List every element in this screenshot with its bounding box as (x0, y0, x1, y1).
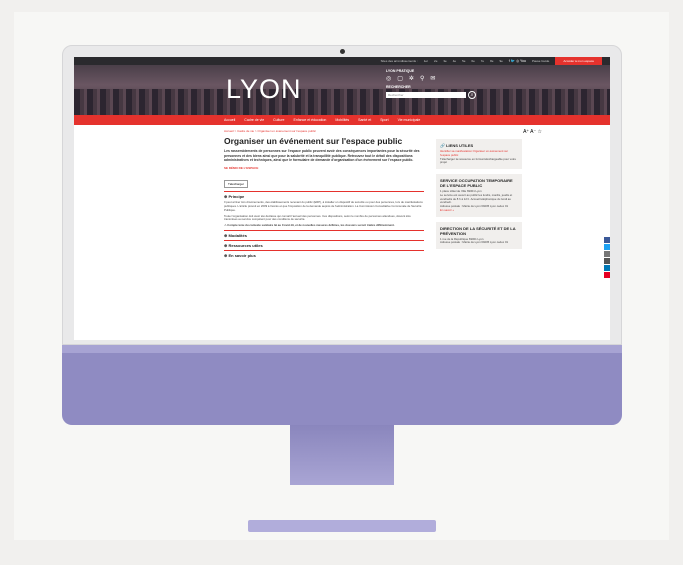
main-nav: Accueil Cadre de vie Culture Enfance et … (74, 115, 610, 125)
section-en-savoir-plus[interactable]: ⊕ En savoir plus (224, 250, 424, 260)
pinterest-icon[interactable] (604, 272, 610, 278)
nav-item[interactable]: Cadre de vie (244, 118, 264, 122)
section-label: Principe (228, 193, 245, 199)
nav-item[interactable]: Culture (273, 118, 284, 122)
prevention-title: DIRECTION DE LA SÉCURITÉ ET DE LA PRÉVEN… (440, 225, 516, 236)
main-column: Accueil > Cadre de vie > Organiser un év… (224, 129, 424, 260)
arr-link[interactable]: 4e (453, 59, 456, 63)
quick-icons: ◎ ▢ ✲ ⚲ ✉ (386, 75, 496, 82)
section-modalites[interactable]: ⊕ Modalités (224, 230, 424, 240)
camera-icon (340, 49, 345, 54)
nav-item[interactable]: Accueil (224, 118, 235, 122)
monitor: Sites des arrondissements : 1er 2e 3e 4e… (62, 45, 622, 435)
infos-icon[interactable]: ✉ (430, 75, 435, 82)
arr-link[interactable]: 8e (490, 59, 493, 63)
nav-item[interactable]: Sport (380, 118, 388, 122)
pause-guide-link[interactable]: Pause Guide (532, 59, 549, 63)
site-logo[interactable]: LYON (226, 74, 302, 105)
section-ressources[interactable]: ⊕ Ressources utiles (224, 240, 424, 250)
page-title: Organiser un événement sur l'espace publ… (224, 136, 403, 146)
facebook-icon[interactable] (604, 237, 610, 243)
breadcrumb[interactable]: Accueil > Cadre de vie > Organiser un év… (224, 129, 424, 133)
stand-base (248, 520, 436, 532)
principe-text: Il peut arriver lors d'événements, des é… (224, 199, 423, 212)
section-label: En savoir plus (228, 253, 256, 259)
prevention-box: DIRECTION DE LA SÉCURITÉ ET DE LA PRÉVEN… (436, 221, 522, 250)
arr-link[interactable]: 6e (471, 59, 474, 63)
links-title: 🔗 LIENS UTILES (440, 143, 474, 148)
download-chip[interactable]: Télécharger (224, 179, 249, 188)
section-label: Modalités (228, 233, 247, 239)
notice: ⚠ Compte tenu du contexte sanitaire lié … (224, 223, 395, 228)
prevention-tel: Adresse postale : Mairie de Lyon 69205 L… (440, 240, 509, 245)
screen: Sites des arrondissements : 1er 2e 3e 4e… (74, 57, 610, 340)
section-label: Ressources utiles (228, 243, 263, 249)
links-title-text: LIENS UTILES (446, 143, 474, 148)
hero: LYON LYON PRATIQUE ◎ ▢ ✲ ⚲ ✉ RECHERCHER … (74, 65, 610, 115)
email-icon[interactable] (604, 258, 610, 264)
monitor-chin-edge (62, 345, 622, 353)
search-box: Rechercher ⌕ (386, 91, 496, 99)
arr-link[interactable]: 3e (443, 59, 446, 63)
linkedin-icon[interactable] (604, 265, 610, 271)
arr-link[interactable]: 9e (499, 59, 502, 63)
links-box: 🔗 LIENS UTILES Identifier sa manifestati… (436, 139, 522, 170)
notice-text: Compte tenu du contexte sanitaire lié au… (227, 223, 395, 228)
nav-item[interactable]: Santé et (358, 118, 371, 122)
skyline-image (74, 89, 610, 115)
service-more-link[interactable]: En savoir + (440, 208, 518, 213)
share-bar (604, 237, 610, 279)
arrondissements-label: Sites des arrondissements : (380, 59, 418, 63)
content: Accueil > Cadre de vie > Organiser un év… (74, 125, 610, 260)
quick-title: LYON PRATIQUE (386, 69, 415, 73)
links-text-2: Télécharger la ressource en format téléc… (440, 156, 517, 165)
scene: Sites des arrondissements : 1er 2e 3e 4e… (0, 0, 683, 565)
arr-link[interactable]: 5e (462, 59, 465, 63)
nav-item[interactable]: Enfance et éducation (293, 118, 326, 122)
twitter-icon[interactable] (604, 244, 610, 250)
arr-link[interactable]: 1er (424, 59, 428, 63)
proxi-icon[interactable]: ◎ (386, 75, 391, 82)
print-icon[interactable] (604, 251, 610, 257)
nav-item[interactable]: Mobilités (335, 118, 349, 122)
nav-item[interactable]: Vie municipale (398, 118, 421, 122)
account-button[interactable]: Accéder à mon espace (555, 57, 602, 65)
arr-link[interactable]: 7e (481, 59, 484, 63)
stand-neck (290, 425, 394, 485)
topbar: Sites des arrondissements : 1er 2e 3e 4e… (74, 57, 610, 65)
subtitle: SE DÉMO DE L'ESPACE (224, 165, 259, 170)
principe-text-2: Toute l'organisation doit avoir été décl… (224, 213, 411, 222)
intro-text: Les rassemblements de personnes sur l'es… (224, 149, 420, 163)
service-title: SERVICE OCCUPATION TEMPORAIRE DE L'ESPAC… (440, 178, 513, 189)
service-box: SERVICE OCCUPATION TEMPORAIRE DE L'ESPAC… (436, 174, 522, 217)
arr-link[interactable]: 2e (434, 59, 437, 63)
social-icons[interactable]: f 🐦 ◎ You (509, 59, 526, 63)
sidebar: A⁺ A⁻ ☆ 🔗 LIENS UTILES Identifier sa man… (436, 129, 542, 260)
marches-icon[interactable]: ⚲ (420, 75, 424, 82)
monitor-chin (62, 345, 622, 425)
horaires-icon[interactable]: ✲ (409, 75, 414, 82)
search-icon[interactable]: ⌕ (468, 91, 476, 99)
search-input[interactable]: Rechercher (386, 92, 466, 98)
demarches-icon[interactable]: ▢ (397, 75, 403, 82)
text-size-toolbar[interactable]: A⁺ A⁻ ☆ (436, 129, 542, 135)
quick-access: LYON PRATIQUE ◎ ▢ ✲ ⚲ ✉ RECHERCHER Reche… (386, 69, 496, 99)
search-title: RECHERCHER (386, 85, 411, 89)
